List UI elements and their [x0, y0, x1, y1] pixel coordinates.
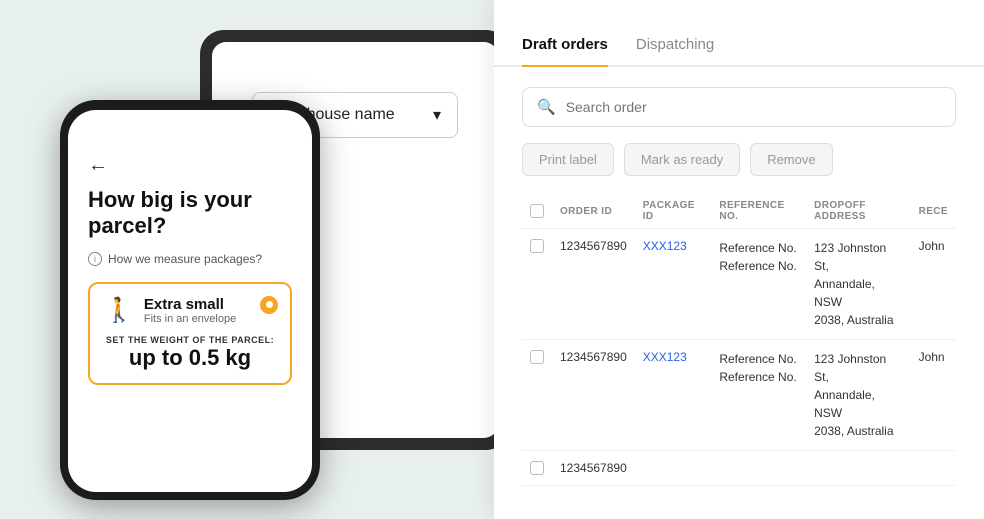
package-id-3: [635, 451, 712, 486]
weight-label: SET THE WEIGHT OF THE PARCEL:: [104, 335, 276, 345]
col-receiver: RECE: [911, 194, 956, 229]
address-2: 123 Johnston St,Annandale, NSW2038, Aust…: [806, 340, 910, 451]
phone-screen: ← How big is your parcel? i How we measu…: [68, 110, 312, 492]
package-id-2: XXX123: [635, 340, 712, 451]
panel-body: 🔍 Print label Mark as ready Remove ORDER…: [494, 67, 984, 506]
package-id-link-1[interactable]: XXX123: [643, 239, 687, 253]
tab-draft-orders[interactable]: Draft orders: [522, 28, 608, 67]
measure-hint[interactable]: i How we measure packages?: [88, 252, 292, 266]
table-body: 1234567890 XXX123 Reference No.Reference…: [522, 229, 956, 486]
info-icon: i: [88, 252, 102, 266]
table-row: 1234567890 XXX123 Reference No.Reference…: [522, 229, 956, 340]
chevron-down-icon: ▾: [433, 105, 441, 125]
person-icon: 🚶: [104, 296, 134, 325]
print-label-button[interactable]: Print label: [522, 143, 614, 176]
row-checkbox-cell-2: [522, 340, 552, 451]
receiver-1: John: [911, 229, 956, 340]
header-checkbox: [522, 194, 552, 229]
page-title: How big is your parcel?: [88, 187, 292, 240]
phone-content: ← How big is your parcel? i How we measu…: [68, 110, 312, 405]
action-buttons: Print label Mark as ready Remove: [522, 143, 956, 176]
row-checkbox-2[interactable]: [530, 350, 544, 364]
weight-value: up to 0.5 kg: [104, 345, 276, 371]
col-order-id: ORDER ID: [552, 194, 635, 229]
mark-as-ready-button[interactable]: Mark as ready: [624, 143, 740, 176]
search-input[interactable]: [566, 99, 941, 115]
select-all-checkbox[interactable]: [530, 204, 544, 218]
order-id-2: 1234567890: [552, 340, 635, 451]
address-3: [806, 451, 910, 486]
order-id-1: 1234567890: [552, 229, 635, 340]
remove-button[interactable]: Remove: [750, 143, 832, 176]
phone-device: 9:41 ▋▋▋ ▲ ▮ ← How big is your parcel? i…: [60, 100, 320, 500]
order-id-3: 1234567890: [552, 451, 635, 486]
radio-button-selected[interactable]: [260, 296, 278, 314]
reference-3: [711, 451, 806, 486]
panel-tabs: Draft orders Dispatching: [494, 0, 984, 67]
radio-inner: [266, 301, 273, 308]
package-card-extra-small[interactable]: 🚶 Extra small Fits in an envelope SET TH…: [88, 282, 292, 385]
package-name: Extra small: [144, 296, 236, 313]
row-checkbox-cell: [522, 229, 552, 340]
orders-table: ORDER ID PACKAGE ID REFERENCE NO. DROPOF…: [522, 194, 956, 486]
col-package-id: PACKAGE ID: [635, 194, 712, 229]
reference-2: Reference No.Reference No.: [711, 340, 806, 451]
row-checkbox-cell-3: [522, 451, 552, 486]
search-icon: 🔍: [537, 98, 556, 116]
tab-dispatching[interactable]: Dispatching: [636, 28, 714, 67]
back-button[interactable]: ←: [88, 154, 292, 177]
address-1: 123 Johnston St,Annandale, NSW2038, Aust…: [806, 229, 910, 340]
table-row: 1234567890 XXX123 Reference No.Reference…: [522, 340, 956, 451]
col-reference-no: REFERENCE NO.: [711, 194, 806, 229]
package-desc: Fits in an envelope: [144, 313, 236, 325]
package-header: 🚶 Extra small Fits in an envelope: [104, 296, 276, 325]
search-box: 🔍: [522, 87, 956, 127]
package-id-1: XXX123: [635, 229, 712, 340]
package-id-link-2[interactable]: XXX123: [643, 350, 687, 364]
reference-1: Reference No.Reference No.: [711, 229, 806, 340]
right-panel: Draft orders Dispatching 🔍 Print label M…: [494, 0, 984, 519]
table-header: ORDER ID PACKAGE ID REFERENCE NO. DROPOF…: [522, 194, 956, 229]
row-checkbox-3[interactable]: [530, 461, 544, 475]
receiver-2: John: [911, 340, 956, 451]
col-dropoff-address: DROPOFF ADDRESS: [806, 194, 910, 229]
receiver-3: [911, 451, 956, 486]
row-checkbox-1[interactable]: [530, 239, 544, 253]
table-row: 1234567890: [522, 451, 956, 486]
